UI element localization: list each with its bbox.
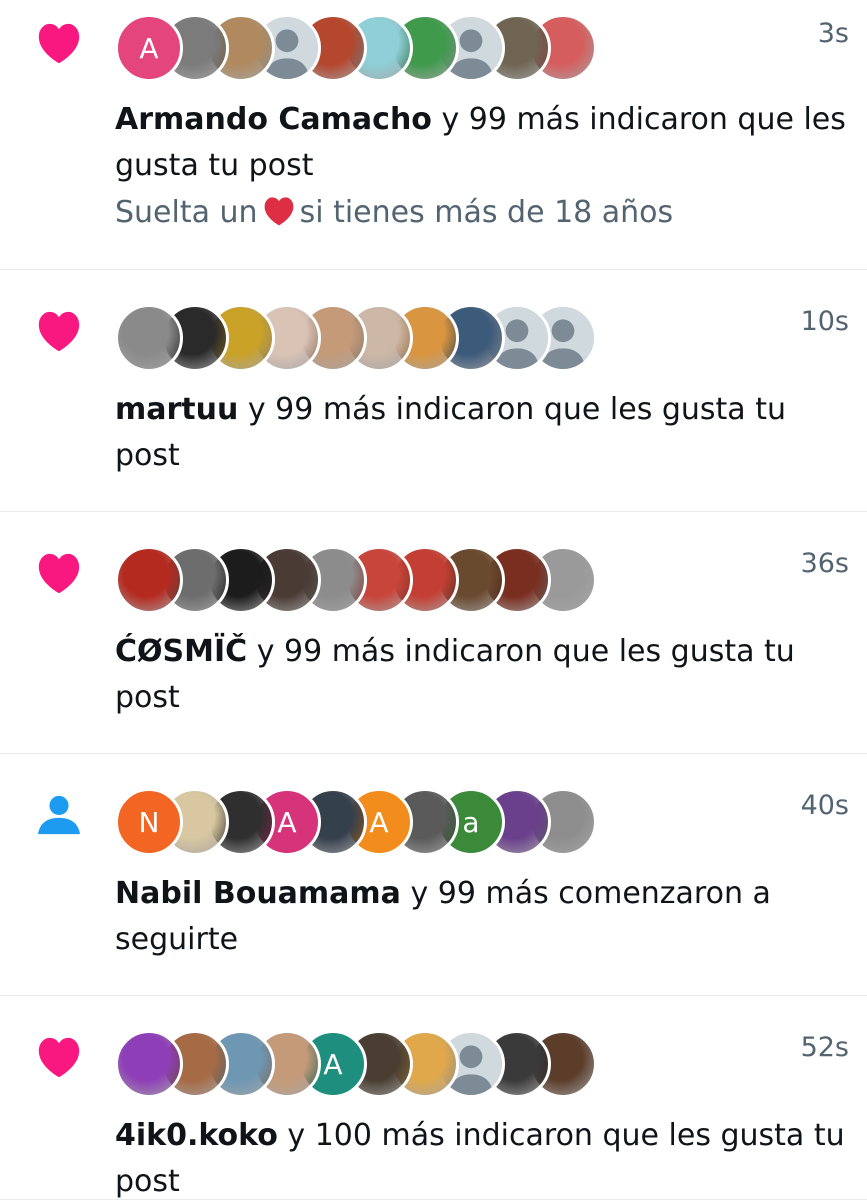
heart-icon [36, 552, 82, 594]
heart-icon [36, 22, 82, 64]
notification-text: Armando Camacho y 99 más indicaron que l… [115, 97, 849, 189]
avatar-initial: A [369, 805, 389, 839]
avatar-initial: a [462, 805, 480, 839]
post-preview[interactable]: Suelta un si tienes más de 18 años [115, 190, 849, 236]
heart-icon [36, 310, 82, 352]
avatar-initial: A [323, 1047, 343, 1081]
heart-icon [36, 1036, 82, 1078]
notification-item[interactable]: 36s ĆØSMÏČ y 99 más indicaron que les gus… [0, 512, 867, 754]
avatar[interactable] [115, 546, 183, 614]
avatar-initial: N [138, 805, 160, 839]
avatar-stack: N A Aa [115, 788, 715, 856]
timestamp: 3s [817, 18, 849, 49]
timestamp: 40s [800, 790, 849, 821]
actor-name[interactable]: martuu [115, 392, 238, 427]
avatar-stack: A [115, 1030, 715, 1098]
avatar-stack [115, 304, 715, 372]
notification-item[interactable]: N A Aa 40s Nabil Bouamama y 99 más comenzaro… [0, 754, 867, 996]
red-heart-emoji-icon [262, 194, 296, 226]
preview-text-start: Suelta un [115, 195, 258, 230]
notification-text: ĆØSMÏČ y 99 más indicaron que les gusta … [115, 629, 849, 721]
avatar-stack: A [115, 14, 715, 82]
actor-name[interactable]: Nabil Bouamama [115, 876, 401, 911]
actor-name[interactable]: Armando Camacho [115, 102, 432, 137]
avatar[interactable] [115, 304, 183, 372]
person-icon [36, 794, 82, 836]
avatar-stack [115, 546, 715, 614]
notification-item[interactable]: A 52s 4ik0.koko y 100 más indicaron que le… [0, 996, 867, 1200]
notification-item[interactable]: 10s martuu y 99 más indicaron que les gus… [0, 270, 867, 512]
notification-text: martuu y 99 más indicaron que les gusta … [115, 387, 849, 479]
notification-text: 4ik0.koko y 100 más indicaron que les gu… [115, 1113, 849, 1200]
avatar[interactable]: A [115, 14, 183, 82]
avatar-initial: A [277, 805, 297, 839]
avatar[interactable]: N [115, 788, 183, 856]
avatar[interactable] [115, 1030, 183, 1098]
timestamp: 36s [800, 548, 849, 579]
timestamp: 10s [800, 306, 849, 337]
avatar-initial: A [139, 31, 159, 65]
actor-name[interactable]: 4ik0.koko [115, 1118, 278, 1153]
timestamp: 52s [800, 1032, 849, 1063]
notification-text: Nabil Bouamama y 99 más comenzaron a seg… [115, 871, 849, 963]
notification-item[interactable]: A 3s Armando Camacho y 99 más indicaron qu… [0, 0, 867, 270]
actor-name[interactable]: ĆØSMÏČ [115, 634, 247, 669]
preview-text-end: si tienes más de 18 años [299, 195, 674, 230]
